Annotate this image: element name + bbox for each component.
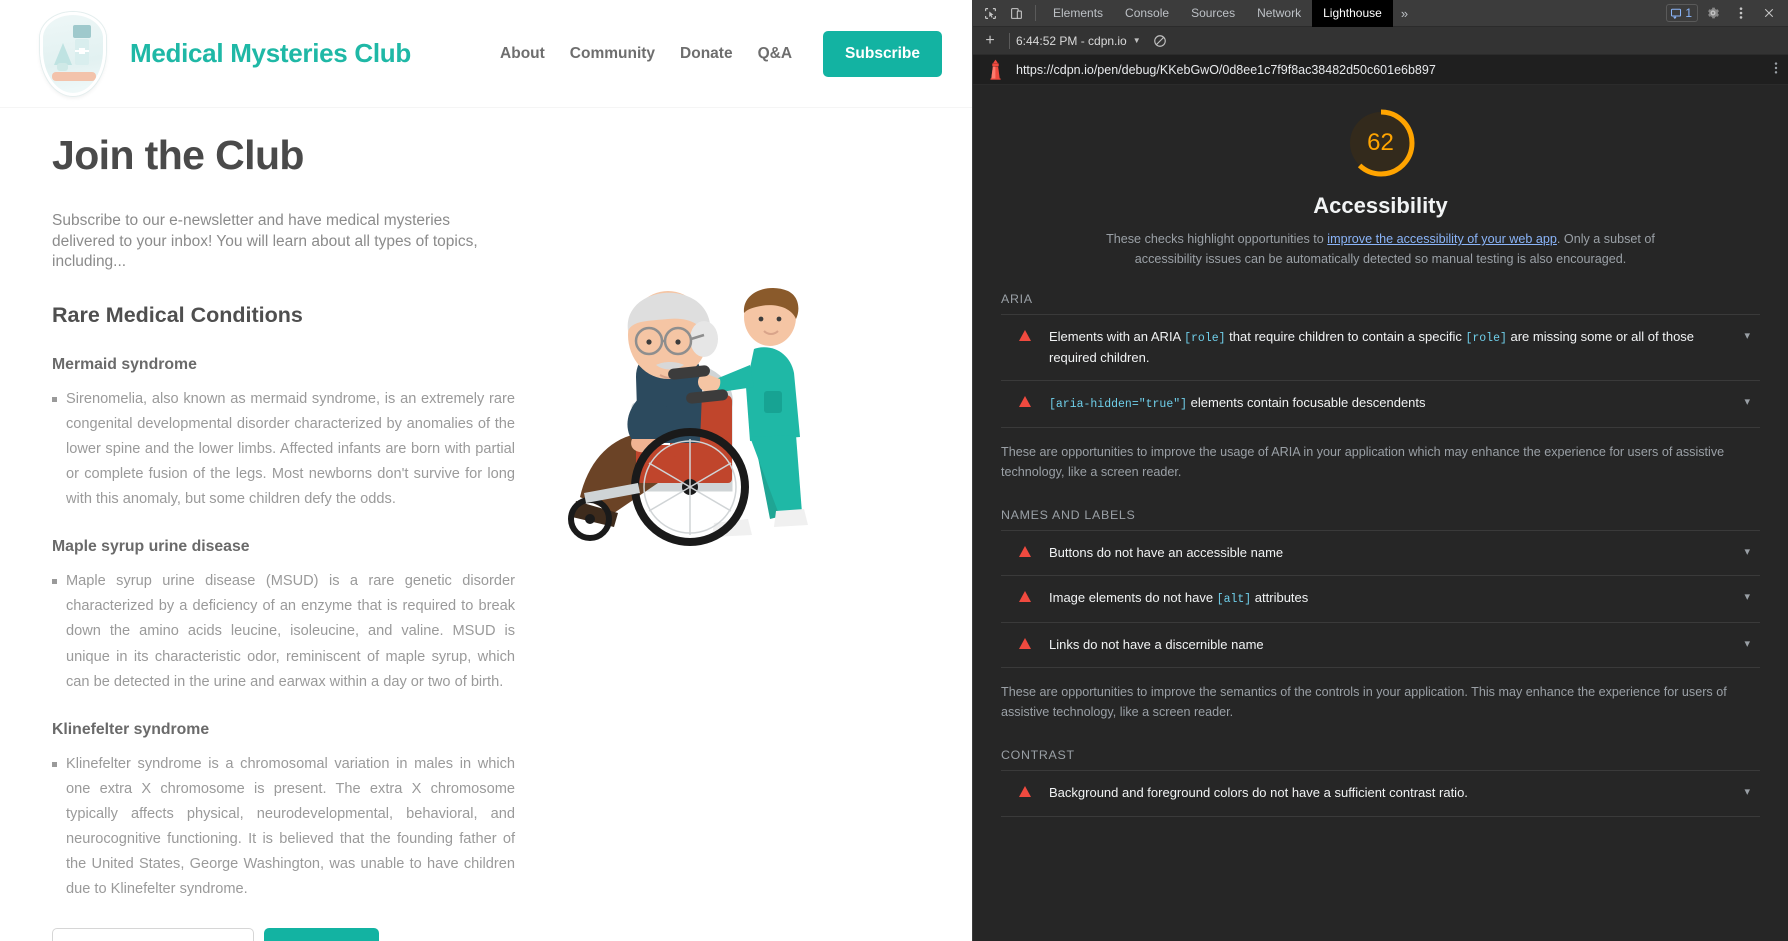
group-title-contrast: CONTRAST — [1001, 748, 1075, 763]
lighthouse-icon — [990, 59, 1001, 80]
site-header: Medical Mysteries Club About Community D… — [0, 0, 972, 107]
chevron-double-right-icon[interactable]: » — [1393, 0, 1416, 27]
list-item: Klinefelter syndrome is a chromosomal va… — [52, 752, 515, 903]
console-message-badge[interactable]: 1 — [1666, 4, 1698, 22]
audit-row[interactable]: Links do not have a discernible name ▾ — [1001, 621, 1760, 669]
devtools-pane: Elements Console Sources Network Lightho… — [972, 0, 1788, 941]
website-pane: Medical Mysteries Club About Community D… — [0, 0, 972, 941]
improve-accessibility-link[interactable]: improve the accessibility of your web ap… — [1327, 232, 1557, 246]
kebab-menu-icon[interactable] — [1774, 61, 1778, 78]
condition-list-1: Sirenomelia, also known as mermaid syndr… — [52, 387, 515, 512]
site-body: Join the Club Subscribe to our e-newslet… — [0, 107, 972, 941]
subscribe-form: Subscribe — [52, 928, 515, 941]
devtools-toolbar: Elements Console Sources Network Lightho… — [973, 0, 1788, 27]
kebab-menu-icon[interactable] — [1728, 1, 1754, 25]
audit-row[interactable]: Buttons do not have an accessible name ▾ — [1001, 529, 1760, 576]
lighthouse-score-block: 62 Accessibility These checks highlight … — [1001, 105, 1760, 270]
audit-list-aria: Elements with an ARIA [role] that requir… — [1001, 313, 1760, 428]
clear-all-icon[interactable] — [1153, 34, 1167, 48]
audit-title: Image elements do not have [alt] attribu… — [1049, 590, 1309, 607]
fail-triangle-icon — [1019, 396, 1031, 408]
description-pre: These checks highlight opportunities to — [1106, 232, 1328, 246]
condition-list-3: Klinefelter syndrome is a chromosomal va… — [52, 752, 515, 903]
audit-row[interactable]: [aria-hidden="true"] elements contain fo… — [1001, 380, 1760, 428]
settings-gear-icon[interactable] — [1700, 1, 1726, 25]
chevron-down-icon[interactable]: ▾ — [1744, 637, 1750, 650]
lighthouse-subbar: + 6:44:52 PM - cdpn.io ▼ — [973, 27, 1788, 55]
lighthouse-report[interactable]: 62 Accessibility These checks highlight … — [973, 85, 1788, 941]
devtools-tabs: Elements Console Sources Network Lightho… — [1042, 0, 1416, 27]
list-item: Sirenomelia, also known as mermaid syndr… — [52, 387, 515, 512]
group-description-aria: These are opportunities to improve the u… — [1001, 444, 1725, 479]
device-toolbar-icon[interactable] — [1003, 1, 1029, 25]
nav-subscribe-button[interactable]: Subscribe — [823, 30, 942, 77]
tab-console[interactable]: Console — [1114, 0, 1180, 27]
form-subscribe-button[interactable]: Subscribe — [264, 928, 379, 941]
condition-title-2: Maple syrup urine disease — [52, 538, 250, 556]
email-input[interactable] — [52, 928, 254, 941]
fail-triangle-icon — [1019, 329, 1031, 341]
group-description-names-and-labels: These are opportunities to improve the s… — [1001, 685, 1727, 720]
audit-row[interactable]: Image elements do not have [alt] attribu… — [1001, 575, 1760, 621]
screen: Medical Mysteries Club About Community D… — [0, 0, 1788, 941]
fail-triangle-icon — [1019, 637, 1031, 649]
group-title-names-and-labels: NAMES AND LABELS — [1001, 507, 1136, 522]
subbar-divider — [1009, 32, 1010, 49]
group-title-aria: ARIA — [1001, 291, 1033, 306]
condition-title-3: Klinefelter syndrome — [52, 720, 210, 738]
condition-list-2: Maple syrup urine disease (MSUD) is a ra… — [52, 569, 515, 694]
lighthouse-run-selector[interactable]: 6:44:52 PM - cdpn.io — [1016, 34, 1127, 48]
chevron-down-icon[interactable]: ▾ — [1744, 545, 1750, 558]
list-item: Maple syrup urine disease (MSUD) is a ra… — [52, 569, 515, 694]
page-title: Join the Club — [52, 132, 304, 178]
brand-title: Medical Mysteries Club — [130, 38, 411, 68]
audit-title: Background and foreground colors do not … — [1049, 785, 1468, 801]
audit-title: Links do not have a discernible name — [1049, 636, 1264, 652]
console-message-count: 1 — [1685, 6, 1692, 20]
tab-lighthouse[interactable]: Lighthouse — [1312, 0, 1393, 27]
chevron-down-icon[interactable]: ▾ — [1744, 329, 1750, 342]
condition-title-1: Mermaid syndrome — [52, 355, 197, 373]
toolbar-divider — [1035, 5, 1036, 21]
audit-list-contrast: Background and foreground colors do not … — [1001, 770, 1760, 817]
audit-list-names-and-labels: Buttons do not have an accessible name ▾… — [1001, 529, 1760, 669]
section-title: Rare Medical Conditions — [52, 302, 303, 327]
chevron-down-icon[interactable]: ▾ — [1744, 785, 1750, 798]
category-title: Accessibility — [1313, 193, 1448, 218]
lighthouse-url-bar: https://cdpn.io/pen/debug/KKebGwO/0d8ee1… — [973, 55, 1788, 85]
devtools-toolbar-right: 1 — [1666, 1, 1788, 25]
tab-sources[interactable]: Sources — [1180, 0, 1246, 27]
accessibility-score-gauge: 62 — [1343, 105, 1419, 181]
fail-triangle-icon — [1019, 786, 1031, 798]
nav-link-qa[interactable]: Q&A — [758, 45, 792, 63]
accessibility-score-value: 62 — [1367, 129, 1394, 156]
nav-link-donate[interactable]: Donate — [680, 45, 733, 63]
intro-paragraph: Subscribe to our e-newsletter and have m… — [52, 212, 478, 271]
nav-link-about[interactable]: About — [500, 45, 545, 63]
inspect-element-icon[interactable] — [977, 1, 1003, 25]
main-nav: About Community Donate Q&A Subscribe — [500, 30, 942, 77]
fail-triangle-icon — [1019, 591, 1031, 603]
chevron-down-icon[interactable]: ▾ — [1744, 590, 1750, 603]
tab-elements[interactable]: Elements — [1042, 0, 1114, 27]
audit-row[interactable]: Elements with an ARIA [role] that requir… — [1001, 313, 1760, 381]
fail-triangle-icon — [1019, 545, 1031, 557]
tab-network[interactable]: Network — [1246, 0, 1312, 27]
category-description: These checks highlight opportunities to … — [1086, 229, 1676, 270]
nav-link-community[interactable]: Community — [570, 45, 655, 63]
wheelchair-illustration — [518, 287, 818, 552]
audit-title: Elements with an ARIA [role] that requir… — [1049, 328, 1695, 365]
audit-title: [aria-hidden="true"] elements contain fo… — [1049, 395, 1426, 412]
chevron-down-icon[interactable]: ▾ — [1744, 395, 1750, 408]
chevron-down-icon[interactable]: ▼ — [1133, 36, 1141, 45]
lighthouse-audited-url: https://cdpn.io/pen/debug/KKebGwO/0d8ee1… — [1016, 62, 1436, 77]
medical-badge-icon — [40, 11, 106, 96]
plus-icon[interactable]: + — [977, 30, 1003, 52]
close-icon[interactable] — [1756, 1, 1782, 25]
audit-row[interactable]: Background and foreground colors do not … — [1001, 770, 1760, 817]
audit-title: Buttons do not have an accessible name — [1049, 544, 1284, 560]
